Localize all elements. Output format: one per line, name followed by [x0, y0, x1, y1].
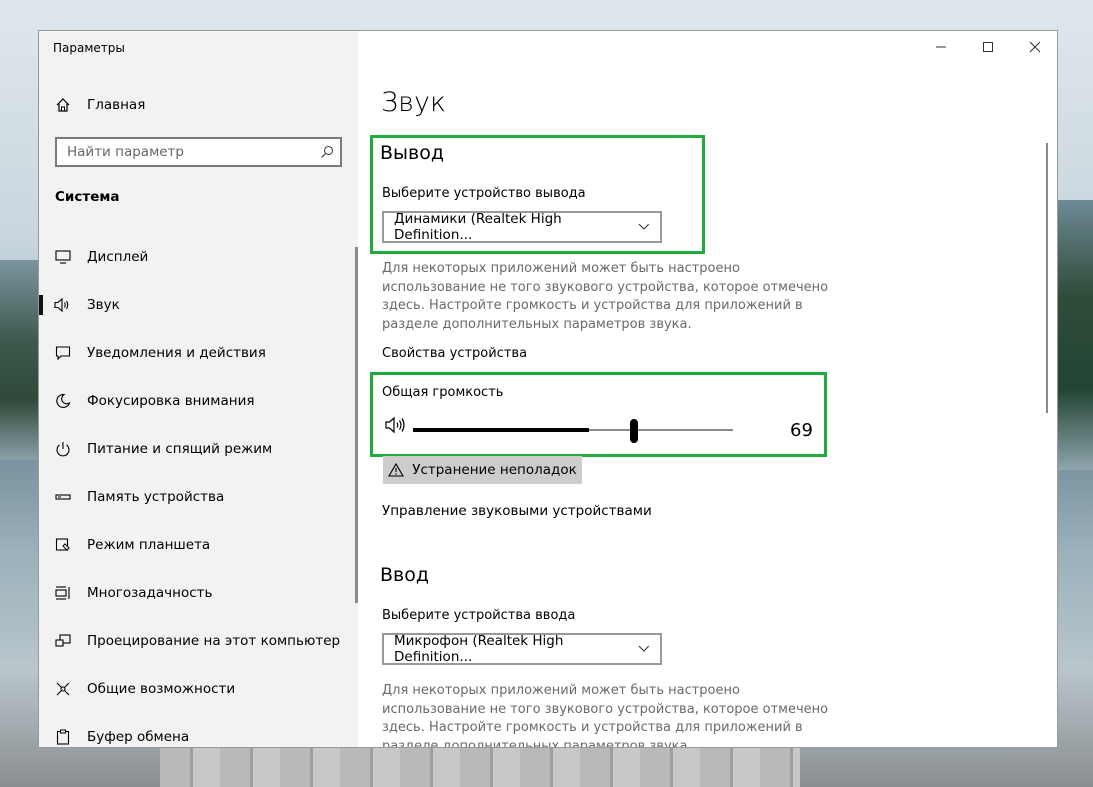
- sidebar-item-label: Проецирование на этот компьютер: [87, 633, 341, 649]
- sidebar-item-label: Уведомления и действия: [87, 345, 266, 361]
- moon-icon: [39, 393, 87, 409]
- shared-icon: [39, 681, 87, 697]
- main-scrollbar[interactable]: [1046, 143, 1048, 413]
- settings-window: Параметры Главная Система Дисплей Звук: [38, 30, 1058, 748]
- sidebar-item-label: Питание и спящий режим: [87, 441, 273, 457]
- maximize-icon: [983, 42, 993, 52]
- chevron-down-icon: [638, 645, 650, 652]
- sidebar-item-focus[interactable]: Фокусировка внимания: [39, 381, 358, 421]
- sidebar-item-power[interactable]: Питание и спящий режим: [39, 429, 358, 469]
- sidebar-item-storage[interactable]: Память устройства: [39, 477, 358, 517]
- search-input[interactable]: [57, 143, 314, 161]
- search-box[interactable]: [55, 137, 342, 167]
- project-icon: [39, 633, 87, 649]
- monitor-icon: [39, 249, 87, 265]
- output-hint: Для некоторых приложений может быть наст…: [382, 261, 829, 332]
- output-select-label: Выберите устройство вывода: [382, 186, 586, 201]
- sidebar-item-tablet[interactable]: Режим планшета: [39, 525, 358, 565]
- home-link[interactable]: Главная: [39, 85, 358, 125]
- input-heading: Ввод: [380, 564, 429, 586]
- clipboard-icon: [39, 729, 87, 745]
- chevron-down-icon: [638, 223, 650, 230]
- input-device-select[interactable]: Микрофон (Realtek High Definition...: [382, 633, 662, 665]
- sidebar-item-projecting[interactable]: Проецирование на этот компьютер: [39, 621, 358, 661]
- sidebar-item-display[interactable]: Дисплей: [39, 237, 358, 277]
- sidebar-item-label: Общие возможности: [87, 681, 236, 697]
- power-icon: [39, 441, 87, 457]
- input-select-label: Выберите устройства ввода: [382, 608, 576, 623]
- warning-icon: [388, 463, 405, 477]
- speaker-icon: [39, 297, 87, 313]
- sidebar: Параметры Главная Система Дисплей Звук: [39, 31, 358, 747]
- volume-label: Общая громкость: [382, 385, 504, 400]
- sidebar-item-notifications[interactable]: Уведомления и действия: [39, 333, 358, 373]
- input-hint: Для некоторых приложений может быть наст…: [382, 683, 829, 748]
- device-properties-link[interactable]: Свойства устройства: [382, 346, 527, 361]
- search-icon[interactable]: [314, 145, 340, 159]
- close-icon: [1029, 41, 1041, 53]
- wallpaper-dock: [160, 748, 800, 787]
- sidebar-item-label: Звук: [87, 297, 120, 313]
- output-device-value: Динамики (Realtek High Definition...: [394, 211, 562, 243]
- troubleshoot-button[interactable]: Устранение неполадок: [383, 456, 582, 484]
- troubleshoot-label: Устранение неполадок: [412, 462, 577, 478]
- sidebar-item-clipboard[interactable]: Буфер обмена: [39, 717, 358, 747]
- multitask-icon: [39, 585, 87, 601]
- sidebar-item-label: Память устройства: [87, 489, 225, 505]
- sidebar-item-label: Режим планшета: [87, 537, 211, 553]
- output-heading: Вывод: [380, 142, 444, 164]
- sidebar-item-label: Дисплей: [87, 249, 149, 265]
- speaker-icon[interactable]: [385, 416, 407, 438]
- home-icon: [39, 97, 87, 113]
- output-device-select[interactable]: Динамики (Realtek High Definition...: [382, 211, 662, 243]
- maximize-button[interactable]: [965, 31, 1011, 63]
- storage-icon: [39, 489, 87, 505]
- sidebar-item-shared[interactable]: Общие возможности: [39, 669, 358, 709]
- volume-slider[interactable]: [413, 419, 733, 443]
- sidebar-item-sound[interactable]: Звук: [39, 285, 358, 325]
- slider-thumb[interactable]: [630, 419, 638, 443]
- wallpaper-right: [1057, 200, 1093, 470]
- slider-fill: [413, 428, 589, 432]
- minimize-button[interactable]: [918, 31, 964, 63]
- minimize-icon: [936, 46, 946, 48]
- sidebar-item-multitasking[interactable]: Многозадачность: [39, 573, 358, 613]
- home-label: Главная: [87, 97, 146, 113]
- app-title: Параметры: [53, 41, 125, 55]
- input-device-value: Микрофон (Realtek High Definition...: [394, 633, 564, 665]
- wallpaper-left: [0, 260, 40, 460]
- manage-devices-link[interactable]: Управление звуковыми устройствами: [382, 503, 652, 519]
- tablet-icon: [39, 537, 87, 553]
- volume-value: 69: [790, 420, 813, 441]
- sidebar-item-label: Буфер обмена: [87, 729, 190, 745]
- notification-icon: [39, 345, 87, 361]
- section-label: Система: [55, 189, 120, 205]
- main-panel: Звук Вывод Выберите устройство вывода Ди…: [358, 31, 1057, 747]
- close-button[interactable]: [1012, 31, 1057, 63]
- page-title: Звук: [381, 87, 447, 118]
- sidebar-item-label: Многозадачность: [87, 585, 213, 601]
- sidebar-item-label: Фокусировка внимания: [87, 393, 255, 409]
